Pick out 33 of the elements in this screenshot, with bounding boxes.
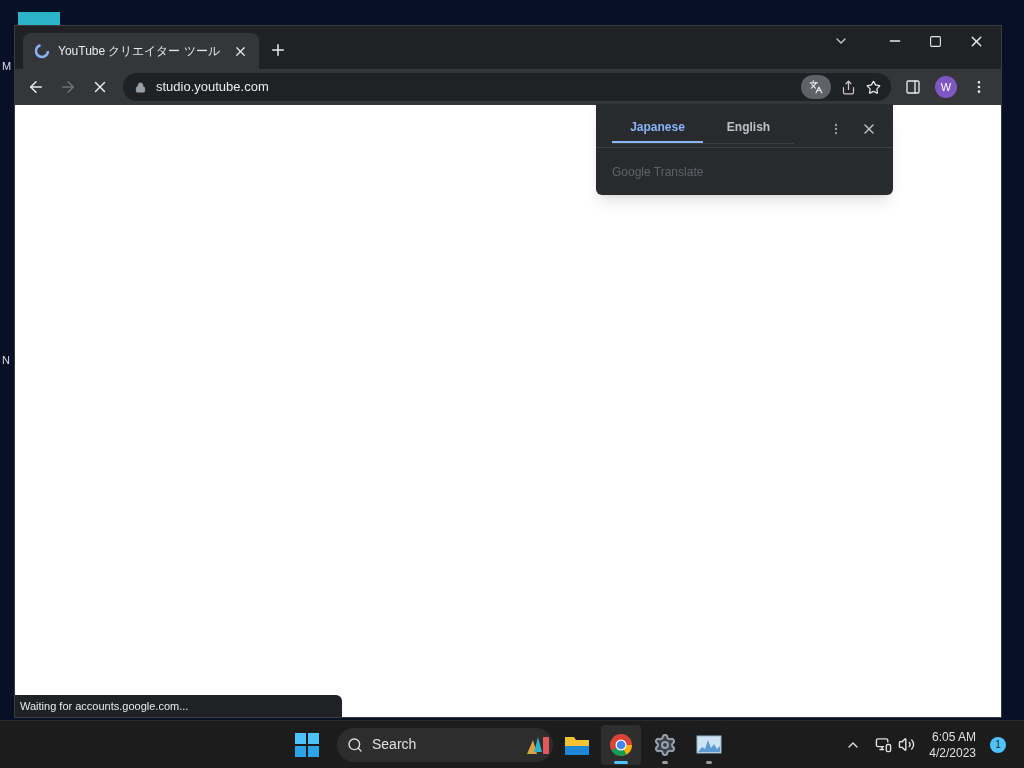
chrome-icon[interactable] xyxy=(609,732,633,757)
desktop-icon-label: N xyxy=(2,353,10,368)
desktop-icon-label: M xyxy=(2,59,12,74)
settings-icon[interactable] xyxy=(653,732,677,757)
profile-avatar[interactable]: W xyxy=(935,76,957,98)
language-tab[interactable]: English xyxy=(703,113,794,143)
google-translate-label: Google Translate xyxy=(612,163,704,181)
forward-icon[interactable] xyxy=(59,78,77,96)
taskbar-app[interactable] xyxy=(601,724,641,765)
desktop-icon[interactable] xyxy=(18,12,60,26)
side-panel-icon[interactable] xyxy=(905,79,921,95)
url-text: studio.youtube.com xyxy=(156,78,270,97)
back-icon[interactable] xyxy=(27,78,45,96)
performance-monitor-icon[interactable] xyxy=(696,734,722,755)
language-tab[interactable]: Japanese xyxy=(612,113,703,143)
network-icon[interactable] xyxy=(875,736,893,753)
volume-icon[interactable] xyxy=(898,736,916,753)
search-icon xyxy=(347,736,363,753)
tab-title: YouTube クリエイター ツール xyxy=(58,43,221,60)
translate-icon xyxy=(809,80,823,94)
address-bar[interactable]: studio.youtube.com xyxy=(123,73,891,101)
maximize-icon[interactable] xyxy=(929,34,942,48)
translate-button[interactable] xyxy=(801,75,831,99)
browser-tab[interactable]: YouTube クリエイター ツール xyxy=(23,33,259,69)
clock[interactable]: 6:05 AM 4/2/2023 xyxy=(929,728,976,761)
start-icon[interactable] xyxy=(295,732,319,757)
search-field[interactable]: Search xyxy=(337,727,553,762)
lock-icon xyxy=(135,81,146,93)
new-tab-icon[interactable] xyxy=(269,41,287,59)
status-bubble: Waiting for accounts.google.com... xyxy=(15,695,342,717)
notification-badge[interactable]: 1 xyxy=(990,736,1006,753)
bookmark-star-icon[interactable] xyxy=(866,79,881,95)
share-icon[interactable] xyxy=(841,79,856,95)
